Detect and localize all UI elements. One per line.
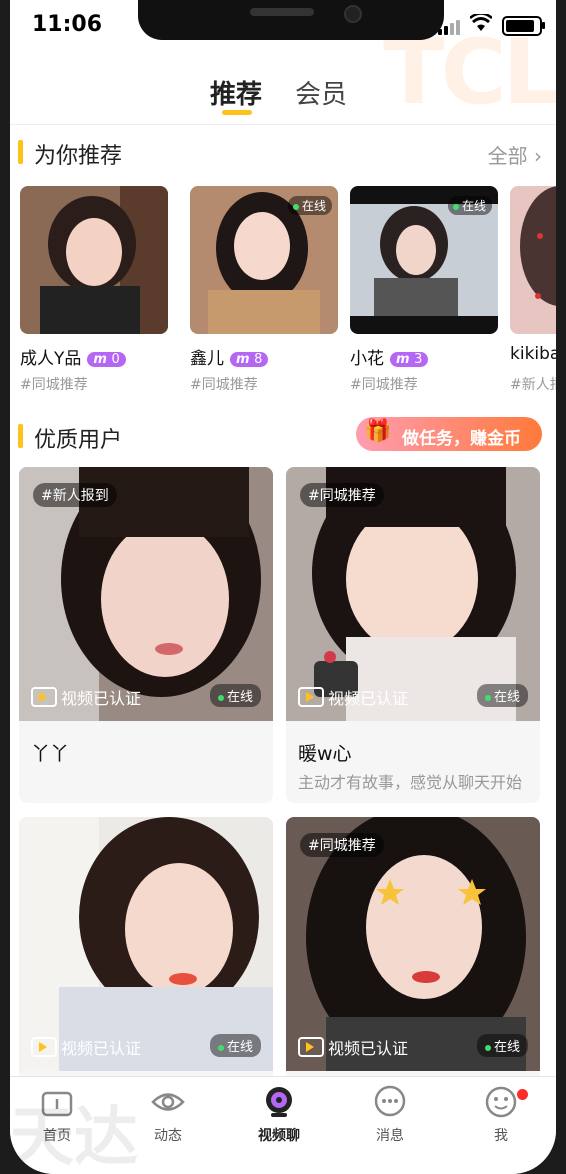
view-all-label: 全部: [487, 144, 528, 168]
online-badge: 在线: [287, 196, 332, 215]
task-button-label: 做任务，赚金币: [402, 429, 521, 449]
user-card[interactable]: #同城推荐 视频已认证 在线 暖w心 主动才有故事，感觉从聊天开始: [286, 467, 540, 803]
nav-label: 消息: [376, 1128, 404, 1144]
recommend-name: 成人Y品 m 0: [20, 344, 126, 369]
tab-vip[interactable]: 会员: [295, 74, 347, 111]
user-bio: 主动才有故事，感觉从聊天开始: [298, 773, 523, 792]
section-accent-bar: [18, 140, 23, 164]
recommend-photo: 在线: [190, 186, 338, 334]
user-name: 丫丫: [31, 743, 70, 765]
video-verified-label: 视频已认证: [31, 1035, 141, 1059]
battery-icon: [502, 16, 545, 36]
user-card-photo: #同城推荐 视频已认证 在线: [286, 467, 540, 721]
online-badge: 在线: [209, 1034, 261, 1057]
recommend-carousel[interactable]: 成人Y品 m 0 #同城推荐 在线 鑫儿 m 8 #同城推荐 在线 小花 m 3 #同…: [20, 186, 556, 396]
video-verified-label: 视频已认证: [298, 1035, 408, 1059]
nav-label: 视频聊: [258, 1128, 300, 1144]
recommend-item[interactable]: kikiba #新人报: [510, 186, 556, 393]
video-chat-icon: [262, 1085, 296, 1119]
user-card[interactable]: #新人报到 视频已认证 在线 丫丫: [19, 467, 273, 803]
active-tab-indicator: [222, 110, 252, 115]
nav-messages[interactable]: 消息: [345, 1085, 435, 1145]
recommend-tag: #同城推荐: [350, 377, 418, 393]
chevron-right-icon: ›: [534, 144, 542, 168]
recommend-section-header: 为你推荐 全部 ›: [18, 138, 548, 169]
video-camera-icon: [31, 1037, 57, 1057]
recommend-name: kikiba: [510, 344, 556, 364]
recommend-tag: #同城推荐: [190, 377, 258, 393]
gift-icon: 🎁: [364, 419, 392, 444]
watermark-bottom: 天达: [10, 1101, 138, 1174]
recommend-item[interactable]: 在线 鑫儿 m 8 #同城推荐: [190, 186, 338, 393]
device-notch: [138, 0, 444, 40]
level-badge: m 8: [230, 352, 269, 367]
online-badge: 在线: [476, 684, 528, 707]
wifi-icon: [469, 12, 493, 36]
message-icon: [373, 1085, 407, 1119]
section-accent-bar: [18, 424, 23, 448]
task-earn-coins-button[interactable]: 🎁 做任务，赚金币: [356, 417, 542, 451]
nav-me[interactable]: 我: [456, 1085, 546, 1145]
nav-video-chat[interactable]: 视频聊: [234, 1085, 324, 1145]
recommend-tag: #新人报: [510, 377, 556, 393]
user-tag-chip: #同城推荐: [300, 483, 384, 507]
online-badge: 在线: [209, 684, 261, 707]
quality-section-title: 优质用户: [34, 428, 123, 453]
user-name: 暖w心: [298, 743, 352, 765]
level-badge: m 3: [390, 352, 429, 367]
user-card-photo: #新人报到 视频已认证 在线: [19, 467, 273, 721]
recommend-photo: 在线: [350, 186, 498, 334]
level-badge: m 0: [87, 352, 126, 367]
user-card-photo: 视频已认证 在线: [19, 817, 273, 1071]
status-time: 11:06: [32, 12, 103, 37]
recommend-item[interactable]: 在线 小花 m 3 #同城推荐: [350, 186, 498, 393]
recommend-photo: [510, 186, 556, 334]
video-verified-label: 视频已认证: [31, 685, 141, 709]
smile-icon: [484, 1085, 518, 1119]
recommend-name: 小花 m 3: [350, 344, 429, 369]
user-card[interactable]: #同城推荐 视频已认证 在线: [286, 817, 540, 1117]
app-screen: TCL 11:06 推荐 会员 为你推荐 全部 › 成人Y品 m 0 #同城推荐 …: [10, 0, 556, 1174]
video-camera-icon: [298, 687, 324, 707]
notification-dot: [517, 1089, 528, 1100]
recommend-photo: [20, 186, 168, 334]
user-card-photo: #同城推荐 视频已认证 在线: [286, 817, 540, 1071]
user-tag-chip: #同城推荐: [300, 833, 384, 857]
online-badge: 在线: [476, 1034, 528, 1057]
video-camera-icon: [298, 1037, 324, 1057]
view-all-link[interactable]: 全部 ›: [488, 140, 542, 169]
video-camera-icon: [31, 687, 57, 707]
recommend-item[interactable]: 成人Y品 m 0 #同城推荐: [20, 186, 168, 393]
online-badge: 在线: [447, 196, 492, 215]
eye-icon: [151, 1085, 185, 1119]
recommend-name: 鑫儿 m 8: [190, 344, 269, 369]
user-card[interactable]: 视频已认证 在线: [19, 817, 273, 1117]
user-tag-chip: #新人报到: [33, 483, 117, 507]
video-verified-label: 视频已认证: [298, 685, 408, 709]
recommend-tag: #同城推荐: [20, 377, 88, 393]
nav-label: 我: [494, 1128, 508, 1144]
recommend-section-title: 为你推荐: [34, 144, 123, 169]
tab-recommend[interactable]: 推荐: [210, 74, 262, 111]
